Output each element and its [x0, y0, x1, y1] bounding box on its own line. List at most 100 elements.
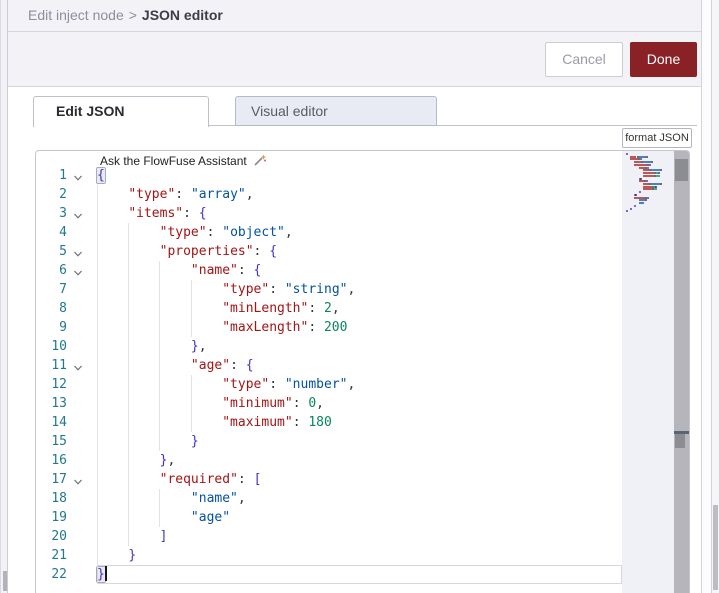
code-line[interactable]: "age": { [97, 356, 622, 375]
code-line[interactable]: "items": { [97, 204, 622, 223]
line-number[interactable]: 7 [36, 280, 67, 299]
line-number[interactable]: 22 [36, 565, 67, 584]
gutter-row[interactable]: 7 [36, 280, 96, 299]
gutter-row[interactable]: 8 [36, 299, 96, 318]
json-code-editor[interactable]: Ask the FlowFuse Assistant 1 2 3 4 5 6 7 8 9 10 11… [35, 150, 690, 593]
code-line[interactable]: "type": "object", [97, 223, 622, 242]
indent-guide [97, 394, 98, 413]
code-line[interactable]: "maximum": 180 [97, 413, 622, 432]
code-token: "maxLength" [222, 320, 309, 335]
code-line[interactable]: "type": "number", [97, 375, 622, 394]
window-scrollbar[interactable] [712, 0, 719, 593]
breadcrumb-parent-link[interactable]: Edit inject node [28, 7, 124, 23]
minimap-mark [642, 161, 652, 164]
minimap-mark [642, 185, 653, 188]
code-line[interactable]: } [97, 432, 622, 451]
code-line[interactable]: }, [97, 337, 622, 356]
gutter-row[interactable]: 3 [36, 204, 96, 223]
code-line[interactable]: "type": "array", [97, 185, 622, 204]
line-number[interactable]: 10 [36, 337, 67, 356]
tab-visual-editor[interactable]: Visual editor [235, 96, 437, 126]
code-line[interactable]: } [97, 546, 622, 565]
code-token: 200 [323, 320, 348, 335]
page: Edit inject node > JSON editor Cancel Done… [0, 0, 719, 593]
gutter-row[interactable]: 17 [36, 470, 96, 489]
indent-guide [128, 299, 130, 318]
gutter-row[interactable]: 11 [36, 356, 96, 375]
gutter-row[interactable]: 18 [36, 489, 96, 508]
editor-scrollbar[interactable] [674, 151, 689, 593]
minimap[interactable] [622, 151, 674, 593]
code-line[interactable]: "age" [97, 508, 622, 527]
window-scrollbar-thumb[interactable] [713, 505, 718, 590]
line-number[interactable]: 14 [36, 413, 67, 432]
line-number[interactable]: 20 [36, 527, 67, 546]
indent-guide [128, 318, 130, 337]
gutter-row[interactable]: 6 [36, 261, 96, 280]
gutter-row[interactable]: 4 [36, 223, 96, 242]
line-number[interactable]: 5 [36, 242, 67, 261]
indent-guide [97, 413, 98, 432]
code-line[interactable]: { [97, 166, 622, 185]
indent-guide [190, 280, 192, 299]
line-number[interactable]: 19 [36, 508, 67, 527]
gutter-row[interactable]: 21 [36, 546, 96, 565]
done-button[interactable]: Done [630, 41, 697, 77]
code-line[interactable]: "maxLength": 200 [97, 318, 622, 337]
gutter-row[interactable]: 13 [36, 394, 96, 413]
code-line[interactable]: "required": [ [97, 470, 622, 489]
line-number[interactable]: 8 [36, 299, 67, 318]
line-number[interactable]: 21 [36, 546, 67, 565]
gutter-row[interactable]: 20 [36, 527, 96, 546]
code-line[interactable]: } [97, 565, 622, 584]
code-line[interactable]: "minimum": 0, [97, 394, 622, 413]
gutter-row[interactable]: 10 [36, 337, 96, 356]
gutter-row[interactable]: 19 [36, 508, 96, 527]
gutter-row[interactable]: 2 [36, 185, 96, 204]
indent-guide [97, 337, 98, 356]
line-number[interactable]: 4 [36, 223, 67, 242]
gutter-row[interactable]: 16 [36, 451, 96, 470]
gutter-row[interactable]: 22 [36, 565, 96, 584]
line-number[interactable]: 18 [36, 489, 67, 508]
line-number[interactable]: 12 [36, 375, 67, 394]
code-token: : [230, 358, 246, 373]
line-number[interactable]: 1 [36, 166, 67, 185]
gutter-row[interactable]: 14 [36, 413, 96, 432]
code-line[interactable]: "type": "string", [97, 280, 622, 299]
line-number[interactable]: 9 [36, 318, 67, 337]
line-number[interactable]: 11 [36, 356, 67, 375]
code-token: "type" [128, 187, 176, 202]
code-line[interactable]: "name", [97, 489, 622, 508]
line-number[interactable]: 2 [36, 185, 67, 204]
line-number[interactable]: 6 [36, 261, 67, 280]
editor-scrollbar-thumb-secondary[interactable] [675, 434, 685, 448]
code-line[interactable]: "properties": { [97, 242, 622, 261]
minimap-mark [635, 193, 638, 196]
gutter-row[interactable]: 5 [36, 242, 96, 261]
code-line[interactable]: ] [97, 527, 622, 546]
line-number[interactable]: 3 [36, 204, 67, 223]
cancel-button[interactable]: Cancel [545, 41, 623, 77]
left-scrollbar-thumb[interactable] [3, 571, 7, 591]
code-line[interactable]: }, [97, 451, 622, 470]
gutter-row[interactable]: 9 [36, 318, 96, 337]
line-number[interactable]: 15 [36, 432, 67, 451]
line-number[interactable]: 13 [36, 394, 67, 413]
editor-scrollbar-thumb[interactable] [675, 159, 688, 181]
indent-guide [128, 223, 130, 242]
line-number[interactable]: 16 [36, 451, 67, 470]
gutter-row[interactable]: 12 [36, 375, 96, 394]
format-json-button[interactable]: format JSON [622, 128, 692, 148]
code-token: { [269, 244, 278, 259]
gutter-row[interactable]: 15 [36, 432, 96, 451]
indent-guide [97, 299, 98, 318]
code-line[interactable]: "minLength": 2, [97, 299, 622, 318]
tab-edit-json[interactable]: Edit JSON [33, 96, 209, 127]
code-line[interactable]: "name": { [97, 261, 622, 280]
gutter-row[interactable]: 1 [36, 166, 96, 185]
line-number[interactable]: 17 [36, 470, 67, 489]
